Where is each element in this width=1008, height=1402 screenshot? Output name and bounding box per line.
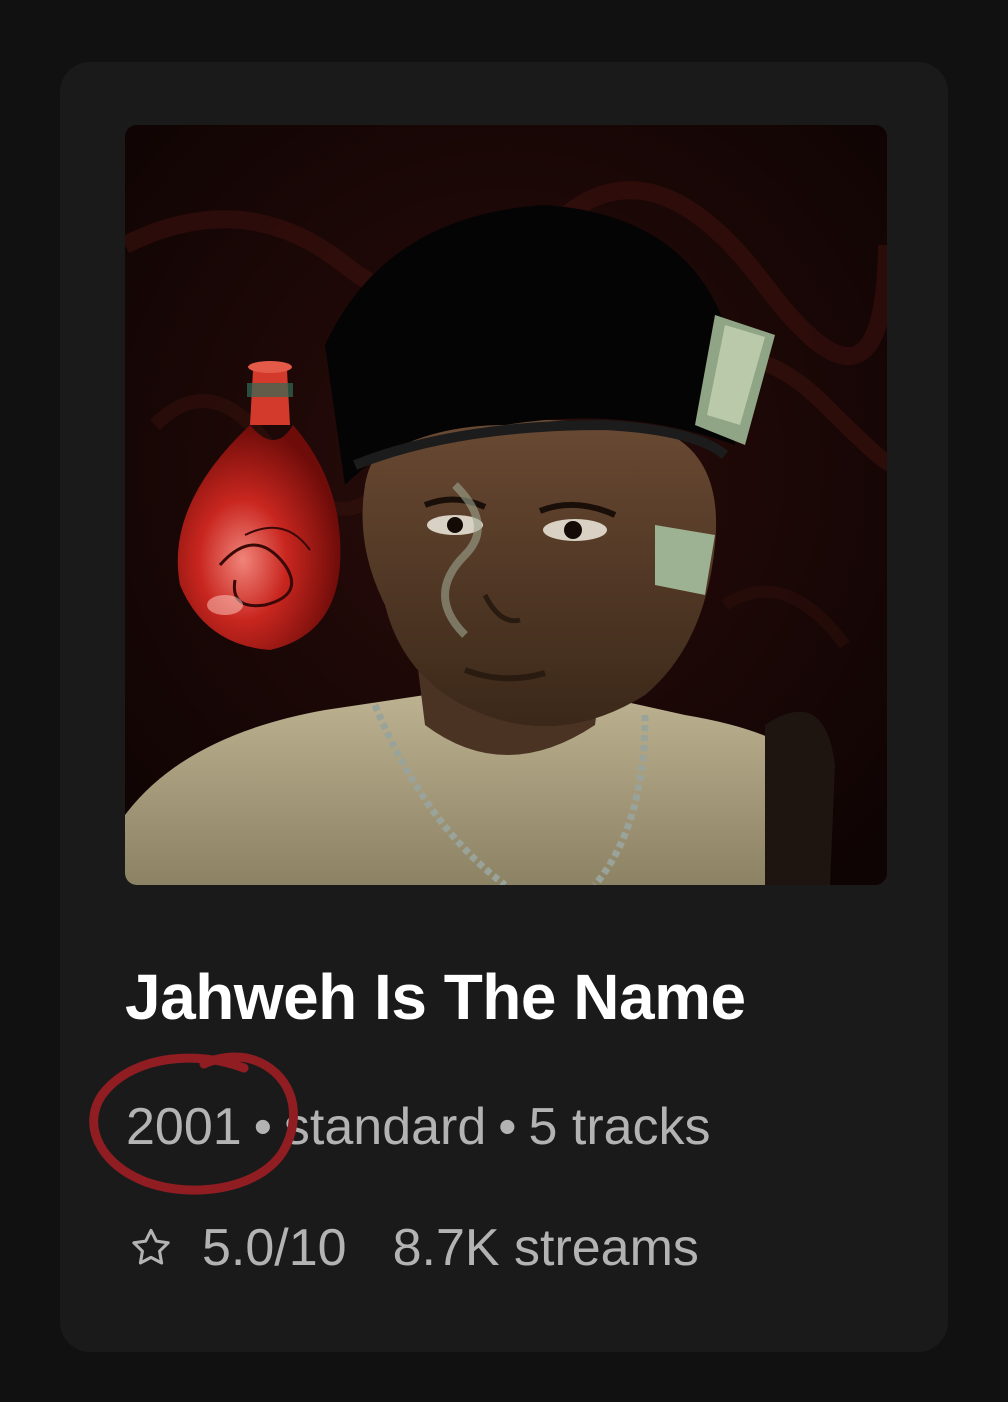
release-year: 2001 <box>126 1098 242 1156</box>
meta-separator: • <box>253 1098 272 1156</box>
album-rating: 5.0/10 <box>202 1219 347 1277</box>
track-count: 5 tracks <box>528 1098 711 1156</box>
album-stats: 5.0/10 8.7K streams <box>128 1218 699 1278</box>
album-cover-illustration <box>125 125 887 885</box>
meta-separator: • <box>498 1098 517 1156</box>
star-outline-icon[interactable] <box>128 1225 174 1271</box>
album-title[interactable]: Jahweh Is The Name <box>125 960 746 1034</box>
stream-count: 8.7K streams <box>392 1219 699 1277</box>
release-edition: standard <box>283 1098 487 1156</box>
album-meta: 2001 • standard • 5 tracks <box>126 1097 711 1157</box>
album-cover-art[interactable] <box>125 125 887 885</box>
